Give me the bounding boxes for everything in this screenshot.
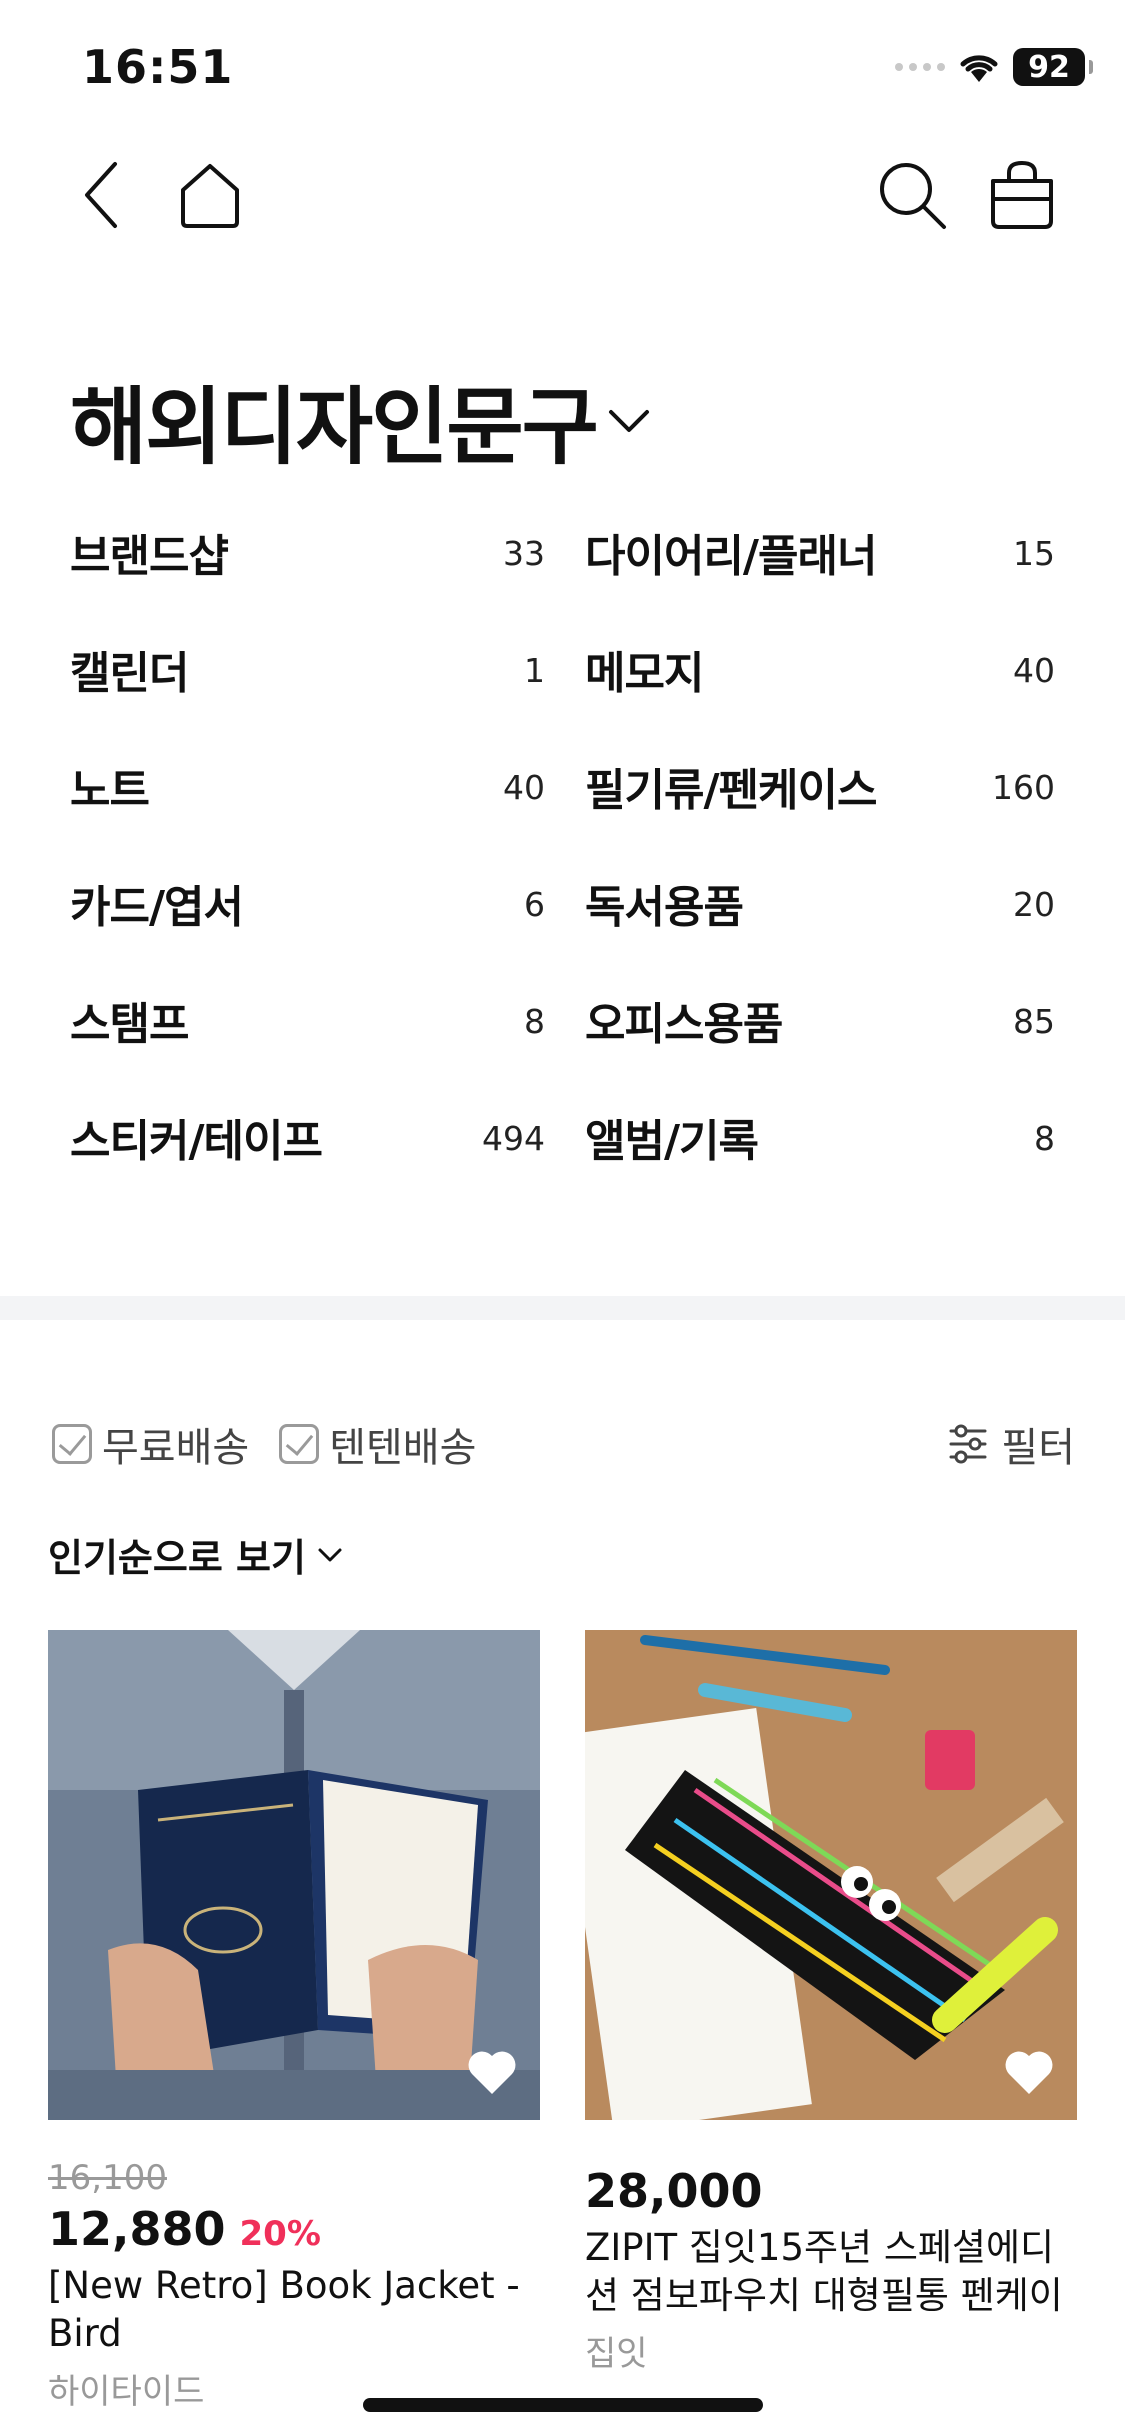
sale-price: 12,880 (48, 2202, 226, 2256)
subcategory-count: 8 (524, 1002, 545, 1041)
sort-dropdown[interactable]: 인기순으로 보기 (48, 1527, 344, 1582)
checkbox-icon (279, 1424, 320, 1464)
subcategory-stamp[interactable]: 스탬프 8 (70, 988, 545, 1105)
free-shipping-checkbox[interactable]: 무료배송 (52, 1415, 249, 1473)
subcategory-count: 160 (992, 768, 1055, 807)
subcategory-label: 다이어리/플래너 (585, 531, 877, 582)
signal-icon (895, 63, 945, 71)
cart-button[interactable] (982, 155, 1062, 235)
subcategory-count: 20 (1013, 885, 1055, 924)
subcategory-count: 40 (503, 768, 545, 807)
subcategory-count: 8 (1034, 1119, 1055, 1158)
product-name[interactable]: ZIPIT 집잇15주년 스페셜에디션 점보파우치 대형필통 펜케이 (585, 2224, 1077, 2320)
subcategory-count: 85 (1013, 1002, 1055, 1041)
heart-icon[interactable] (1001, 2044, 1057, 2100)
product-image[interactable] (48, 1630, 540, 2120)
battery-indicator: 92 (1013, 48, 1093, 86)
product-card[interactable]: 28,000 ZIPIT 집잇15주년 스페셜에디션 점보파우치 대형필통 펜케… (585, 1630, 1077, 2375)
subcategory-memo[interactable]: 메모지 40 (545, 637, 1055, 754)
chevron-down-icon (318, 1548, 342, 1561)
subcategory-grid: 브랜드샵 33 다이어리/플래너 15 캘린더 1 메모지 40 노트 40 필기류/펜케… (70, 520, 1055, 1222)
shipping-filters: 무료배송 텐텐배송 (52, 1415, 476, 1473)
subcategory-sticker-tape[interactable]: 스티커/테이프 494 (70, 1105, 545, 1222)
sale-price: 28,000 (585, 2164, 763, 2218)
subcategory-calendar[interactable]: 캘린더 1 (70, 637, 545, 754)
brand-name[interactable]: 집잇 (585, 2326, 1077, 2375)
home-button[interactable] (170, 155, 250, 235)
subcategory-label: 스티커/테이프 (70, 1116, 323, 1167)
subcategory-count: 15 (1013, 534, 1055, 573)
heart-icon[interactable] (464, 2044, 520, 2100)
chevron-left-icon (85, 162, 117, 228)
home-indicator[interactable] (363, 2398, 763, 2412)
subcategory-count: 33 (503, 534, 545, 573)
subcategory-label: 카드/엽서 (70, 882, 244, 933)
price-row: 12,880 20% (48, 2202, 540, 2256)
sliders-icon (949, 1424, 987, 1464)
subcategory-card-postcard[interactable]: 카드/엽서 6 (70, 871, 545, 988)
subcategory-label: 브랜드샵 (70, 531, 229, 582)
category-title-button[interactable]: 해외디자인문구 (70, 360, 651, 481)
subcategory-album[interactable]: 앨범/기록 8 (545, 1105, 1055, 1222)
subcategory-office[interactable]: 오피스용품 85 (545, 988, 1055, 1105)
filter-label: 필터 (1001, 1425, 1075, 1471)
subcategory-count: 1 (524, 651, 545, 690)
filter-button[interactable]: 필터 (947, 1415, 1075, 1473)
subcategory-count: 494 (482, 1119, 545, 1158)
subcategory-label: 독서용품 (585, 882, 744, 933)
search-button[interactable] (872, 155, 952, 235)
product-image[interactable] (585, 1630, 1077, 2120)
status-time: 16:51 (82, 40, 234, 94)
free-shipping-label: 무료배송 (102, 1425, 250, 1471)
subcategory-label: 오피스용품 (585, 999, 783, 1050)
subcategory-diary-planner[interactable]: 다이어리/플래너 15 (545, 520, 1055, 637)
home-icon (181, 164, 239, 228)
subcategory-label: 메모지 (585, 648, 704, 699)
checkbox-icon (52, 1424, 92, 1464)
subcategory-note[interactable]: 노트 40 (70, 754, 545, 871)
subcategory-reading[interactable]: 독서용품 20 (545, 871, 1055, 988)
subcategory-count: 6 (524, 885, 545, 924)
subcategory-label: 캘린더 (70, 648, 189, 699)
back-button[interactable] (62, 155, 142, 235)
subcategory-count: 40 (1013, 651, 1055, 690)
subcategory-pen-case[interactable]: 필기류/펜케이스 160 (545, 754, 1055, 871)
shopping-bag-icon (991, 160, 1053, 229)
subcategory-label: 노트 (70, 765, 150, 816)
product-name[interactable]: [New Retro] Book Jacket - Bird (48, 2262, 540, 2358)
subcategory-brandshop[interactable]: 브랜드샵 33 (70, 520, 545, 637)
section-divider (0, 1296, 1125, 1320)
product-card[interactable]: 16,100 12,880 20% [New Retro] Book Jacke… (48, 1630, 540, 2413)
category-title: 해외디자인문구 (70, 378, 599, 476)
subcategory-label: 앨범/기록 (585, 1116, 759, 1167)
tenten-shipping-checkbox[interactable]: 텐텐배송 (279, 1415, 476, 1473)
search-icon (880, 163, 946, 229)
wifi-icon (960, 55, 998, 82)
original-price: 16,100 (48, 2158, 167, 2198)
tenten-shipping-label: 텐텐배송 (329, 1425, 477, 1471)
subcategory-label: 필기류/펜케이스 (585, 765, 877, 816)
price-row: 28,000 (585, 2124, 1077, 2218)
subcategory-label: 스탬프 (70, 999, 189, 1050)
discount-badge: 20% (239, 2214, 321, 2254)
sort-label: 인기순으로 보기 (48, 1536, 306, 1580)
status-indicators: 92 (895, 48, 1093, 86)
chevron-down-icon (608, 409, 649, 432)
